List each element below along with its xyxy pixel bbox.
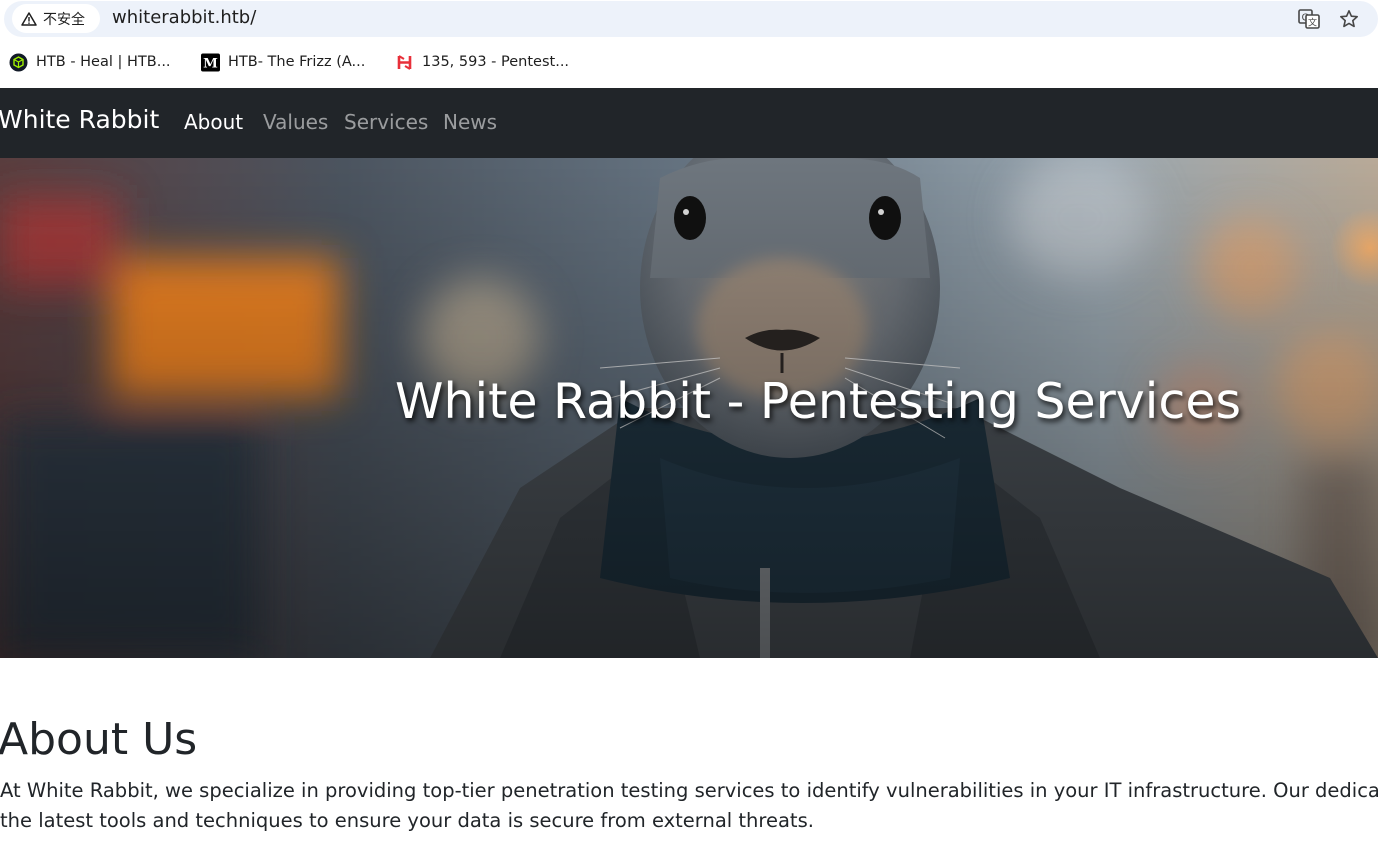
address-bar[interactable]: 不安全 whiterabbit.htb/ G 文 — [4, 1, 1378, 37]
security-label: 不安全 — [43, 11, 85, 28]
nav-link-news[interactable]: News — [443, 110, 497, 134]
svg-text:M: M — [203, 56, 218, 71]
bookmarks-bar: HTB - Heal | HTB... M HTB- The Frizz (A.… — [0, 38, 1378, 88]
bookmark-label: HTB - Heal | HTB... — [36, 54, 171, 70]
about-line-2: the latest tools and techniques to ensur… — [0, 809, 814, 832]
hero-title: White Rabbit - Pentesting Services — [395, 373, 1241, 430]
translate-icon[interactable]: G 文 — [1297, 7, 1321, 31]
nav-link-values[interactable]: Values — [263, 110, 328, 134]
navbar-brand[interactable]: White Rabbit — [0, 105, 159, 134]
medium-favicon-icon: M — [201, 52, 220, 72]
bookmark-htb-heal[interactable]: HTB - Heal | HTB... — [9, 50, 171, 74]
about-heading: About Us — [0, 714, 198, 765]
about-paragraph: At White Rabbit, we specialize in provid… — [0, 776, 1378, 836]
hacktricks-favicon-icon — [395, 53, 414, 72]
star-icon[interactable] — [1337, 7, 1361, 31]
url-text[interactable]: whiterabbit.htb/ — [112, 7, 256, 28]
htb-favicon-icon — [9, 53, 28, 72]
nav-link-services[interactable]: Services — [344, 110, 428, 134]
svg-text:文: 文 — [1308, 17, 1317, 29]
site-navbar: White Rabbit About Values Services News — [0, 88, 1378, 158]
bookmark-label: HTB- The Frizz (A... — [228, 54, 366, 70]
bookmark-hacktricks[interactable]: 135, 593 - Pentest... — [395, 50, 569, 74]
bookmark-frizz[interactable]: M HTB- The Frizz (A... — [201, 50, 365, 74]
warning-icon — [21, 11, 37, 26]
security-indicator[interactable]: 不安全 — [12, 4, 100, 33]
nav-link-about[interactable]: About — [184, 110, 243, 134]
bookmark-label: 135, 593 - Pentest... — [422, 54, 570, 70]
hero-banner: White Rabbit - Pentesting Services — [0, 158, 1378, 658]
about-line-1: At White Rabbit, we specialize in provid… — [0, 779, 1378, 802]
browser-toolbar: 不安全 whiterabbit.htb/ G 文 — [0, 0, 1378, 38]
